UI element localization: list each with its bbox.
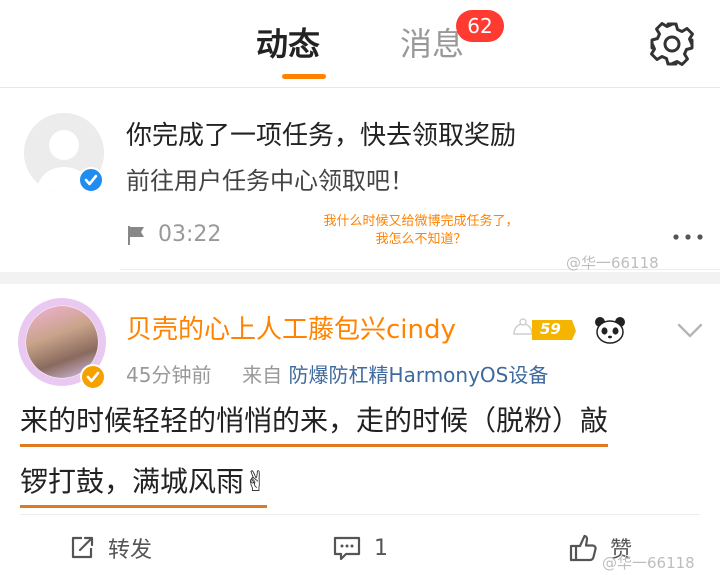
post-content-line-2: 锣打鼓，满城风雨✌ bbox=[20, 459, 268, 508]
annotation-text: 我什么时候又给微博完成任务了， 我怎么不知道？ bbox=[296, 213, 546, 249]
tab-messages[interactable]: 消息 bbox=[400, 22, 464, 66]
notification-time: 03:22 bbox=[158, 222, 222, 247]
watermark: @华一66118 bbox=[566, 254, 659, 272]
top-tab-bar: 动态 消息 62 bbox=[0, 0, 720, 88]
forward-label: 转发 bbox=[108, 538, 153, 563]
weibo-post-card[interactable]: 贝壳的心上人工藤包兴cindy 59 45分钟前 来自 防爆防杠精Harmony… bbox=[0, 284, 720, 575]
gear-icon[interactable] bbox=[648, 20, 696, 68]
comment-icon bbox=[333, 536, 361, 561]
annotation-line-2: 我怎么不知道？ bbox=[375, 232, 467, 247]
post-meta: 45分钟前 来自 防爆防杠精HarmonyOS设备 bbox=[126, 360, 548, 390]
panda-icon bbox=[595, 317, 625, 344]
vip-badge-icon bbox=[80, 364, 106, 390]
post-source-label: 来自 bbox=[242, 363, 283, 387]
annotation-line-1: 我什么时候又给微博完成任务了， bbox=[323, 214, 519, 229]
forward-icon bbox=[71, 536, 94, 559]
tab-dynamic[interactable]: 动态 bbox=[256, 22, 320, 66]
comment-count: 1 bbox=[374, 535, 388, 561]
post-time: 45分钟前 bbox=[126, 363, 212, 387]
forward-button[interactable]: 转发 bbox=[68, 530, 152, 566]
flag-icon bbox=[128, 226, 144, 245]
post-username[interactable]: 贝壳的心上人工藤包兴cindy bbox=[126, 312, 456, 348]
active-tab-indicator bbox=[282, 74, 326, 79]
divider bbox=[20, 514, 700, 515]
unread-badge: 62 bbox=[456, 10, 504, 42]
more-icon[interactable] bbox=[670, 233, 706, 241]
notification-subtitle[interactable]: 前往用户任务中心领取吧！ bbox=[126, 165, 414, 197]
section-gap bbox=[0, 272, 720, 284]
post-source[interactable]: 防爆防杠精HarmonyOS设备 bbox=[289, 363, 549, 387]
post-content[interactable]: 来的时候轻轻的悄悄的来，走的时候（脱粉）敲 锣打鼓，满城风雨✌ bbox=[20, 398, 710, 508]
chevron-down-icon[interactable] bbox=[676, 322, 704, 340]
level-number: 59 bbox=[540, 320, 561, 338]
thumbs-up-icon bbox=[569, 534, 597, 562]
verified-badge-icon bbox=[78, 167, 104, 193]
post-content-line-1: 来的时候轻轻的悄悄的来，走的时候（脱粉）敲 bbox=[20, 398, 609, 447]
watermark: @华一66118 bbox=[602, 554, 695, 572]
task-notification-card[interactable]: 你完成了一项任务，快去领取奖励 前往用户任务中心领取吧！ 03:22 我什么时候… bbox=[0, 89, 720, 272]
notification-title[interactable]: 你完成了一项任务，快去领取奖励 bbox=[126, 119, 516, 153]
comment-button[interactable]: 1 bbox=[332, 530, 388, 566]
